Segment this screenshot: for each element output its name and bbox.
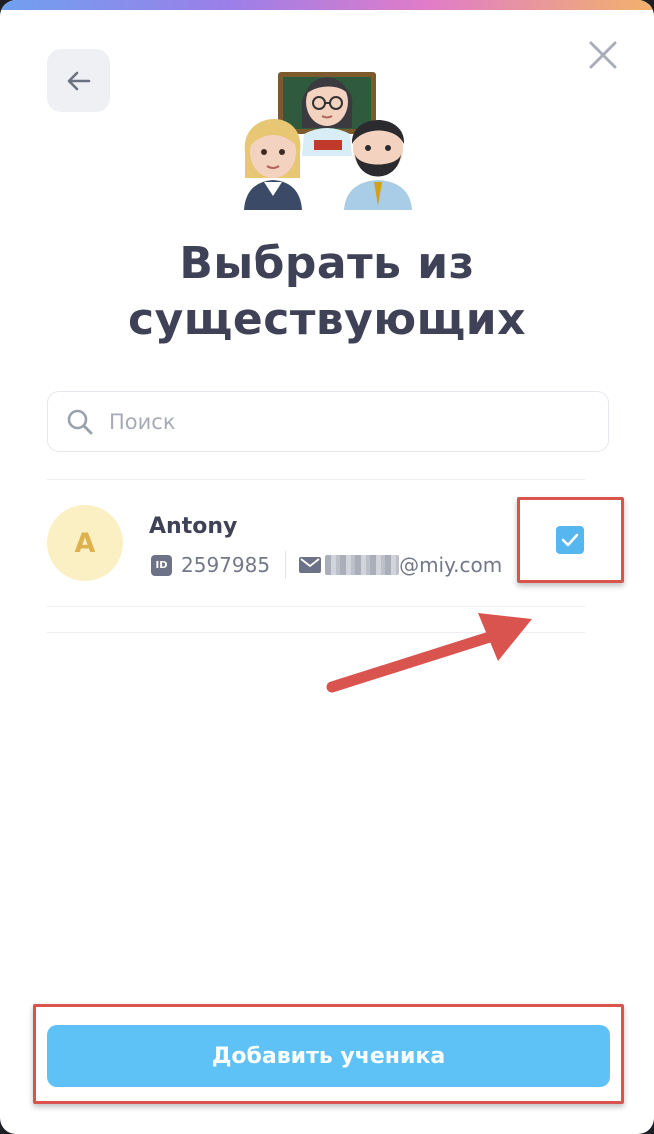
arrow-annotation-icon (326, 613, 532, 693)
top-gradient-bar (0, 0, 654, 10)
search-icon (67, 409, 93, 434)
student-email: @miy.com (399, 553, 503, 577)
meta-separator (285, 551, 287, 579)
avatar: A (47, 505, 123, 581)
arrow-left-icon (67, 71, 90, 90)
check-icon (561, 533, 579, 547)
email-redacted (325, 555, 400, 575)
student-meta: ID 2597985 @miy.com (151, 551, 502, 579)
teachers-emoji-icon (244, 72, 412, 210)
close-button[interactable] (584, 36, 622, 74)
select-student-dialog: Выбрать из существующих A Antony ID 2597… (0, 0, 654, 1134)
student-row[interactable]: A Antony ID 2597985 @miy.com (47, 480, 627, 606)
mail-icon (299, 557, 322, 573)
search-input[interactable] (109, 409, 589, 434)
back-button[interactable] (47, 49, 110, 112)
id-icon: ID (151, 554, 172, 576)
student-name: Antony (149, 514, 238, 539)
student-select-checkbox[interactable] (556, 526, 584, 554)
add-student-button[interactable]: Добавить ученика (47, 1025, 610, 1087)
student-id: 2597985 (181, 553, 271, 577)
dialog-title: Выбрать из существующих (128, 238, 526, 345)
search-field[interactable] (47, 391, 609, 452)
close-icon (589, 41, 617, 69)
